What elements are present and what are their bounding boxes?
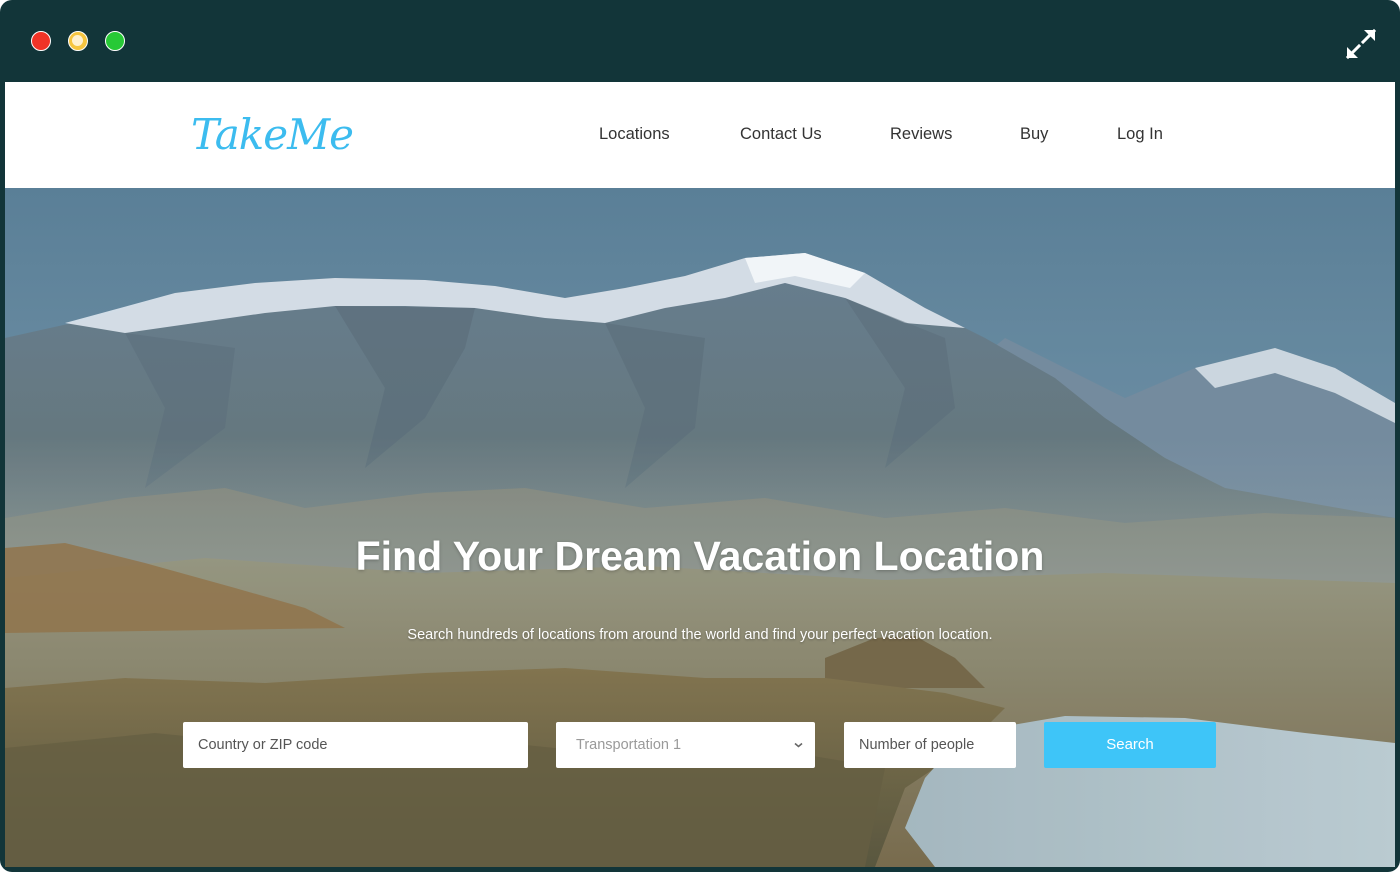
expand-arrows-icon[interactable] — [1344, 27, 1378, 61]
close-button[interactable] — [31, 31, 51, 51]
nav-locations[interactable]: Locations — [599, 124, 670, 144]
minimize-button[interactable] — [68, 31, 88, 51]
nav-log-in[interactable]: Log In — [1117, 124, 1163, 144]
location-input[interactable] — [198, 723, 528, 767]
nav-contact-us[interactable]: Contact Us — [740, 124, 822, 144]
transportation-select[interactable]: Transportation 1 — [556, 722, 815, 768]
hero-section: Find Your Dream Vacation Location Search… — [5, 188, 1395, 867]
nav-buy[interactable]: Buy — [1020, 124, 1048, 144]
window-titlebar — [0, 0, 1400, 82]
transportation-selected-value: Transportation 1 — [576, 737, 682, 753]
nav-reviews[interactable]: Reviews — [890, 124, 952, 144]
people-field[interactable] — [844, 722, 1016, 768]
chevron-down-icon — [794, 742, 803, 748]
hero-title: Find Your Dream Vacation Location — [355, 533, 1045, 579]
search-button[interactable]: Search — [1044, 722, 1216, 768]
browser-window: TakeMe Locations Contact Us Reviews Buy … — [0, 0, 1400, 872]
people-input[interactable] — [859, 723, 1016, 767]
hero-subtitle: Search hundreds of locations from around… — [407, 627, 993, 643]
zoom-button[interactable] — [105, 31, 125, 51]
location-field[interactable] — [183, 722, 528, 768]
page-viewport: TakeMe Locations Contact Us Reviews Buy … — [5, 82, 1395, 867]
site-header: TakeMe Locations Contact Us Reviews Buy … — [5, 82, 1395, 188]
brand-logo[interactable]: TakeMe — [191, 107, 354, 163]
